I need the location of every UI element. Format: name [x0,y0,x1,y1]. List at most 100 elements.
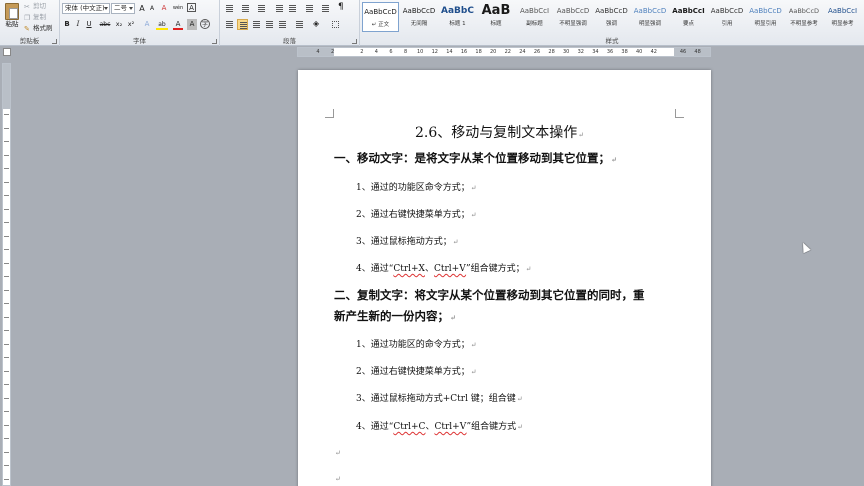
clear-format-button[interactable]: A [159,3,169,14]
move-item-3-text: 3、通过鼠标拖动方式； [356,237,452,247]
line-spacing-button[interactable] [294,19,305,30]
vruler-tick [4,357,9,358]
grow-font-button[interactable]: A [137,3,147,14]
font-size-value: 二号 [114,4,127,12]
chevron-down-icon [104,7,108,10]
chevron-down-icon [129,7,133,10]
document-page[interactable]: 2.6、移动与复制文本操作↵ 一、移动文字：是将文字从某个位置移动到其它位置；↵… [298,70,711,486]
bold-button[interactable]: B [62,19,72,30]
bullets-button[interactable] [224,3,235,14]
char-border-button[interactable]: A [187,3,196,12]
paste-button[interactable]: 粘贴 [2,2,22,34]
copy-item-3: 3、通过鼠标拖动方式+Ctrl 键；组合键↵ [356,391,523,404]
chinese-layout-button[interactable] [304,3,315,14]
font-launcher[interactable] [212,39,217,44]
italic-button[interactable]: I [73,19,83,30]
underline-button[interactable]: U [84,19,94,30]
style-item[interactable]: AaBbCcD 不明显强调 [555,2,592,32]
vruler-tick [4,127,9,129]
ruler-tick: 36 [606,49,614,55]
style-sample: AaBbCcD [556,7,590,15]
multilevel-list-button[interactable] [256,3,267,14]
align-center-button[interactable] [237,19,248,30]
subscript-button[interactable]: x₂ [114,19,124,30]
style-item[interactable]: AaBbCcI 明显参考 [824,2,861,32]
style-item[interactable]: AaB 标题 [478,2,515,32]
style-item[interactable]: AaBbCcD ↵ 正文 [362,2,399,32]
font-group: 宋体 (中文正) 二号 A A A wén A B I U abc x₂ x² … [60,0,220,46]
style-item[interactable]: AaBbCcI 要点 [670,2,707,32]
style-name: ↵ 正文 [371,22,390,28]
vruler-tick [4,330,9,331]
vruler-tick [4,141,9,142]
pinyin-button[interactable]: wén [171,3,185,14]
clipboard-launcher[interactable] [52,39,57,44]
increase-indent-button[interactable] [287,3,298,14]
show-marks-button[interactable]: ¶ [336,2,347,14]
char-shading-button[interactable]: A [187,19,197,30]
style-item[interactable]: AaBbCcD 明显引用 [747,2,784,32]
borders-button[interactable] [330,19,341,30]
paragraph-mark: ↵ [578,131,585,139]
style-item[interactable]: AaBbCcD 无间隔 [401,2,438,32]
empty-paragraph: ↵ [334,448,341,458]
paragraph-mark: ↵ [517,423,524,431]
style-sample: AaBbCcD [364,8,397,16]
vruler-tick [4,154,9,156]
align-center-icon [240,22,247,29]
scissors-icon: ✂ [24,3,30,11]
paragraph-mark: ↵ [470,211,477,219]
font-color-button[interactable]: A [173,19,183,30]
vruler-tick [4,276,9,277]
brush-icon: ✎ [24,25,30,33]
strikethrough-button[interactable]: abc [98,19,112,30]
align-left-button[interactable] [224,19,235,30]
tab-selector[interactable] [3,48,11,56]
ruler-tick: 12 [431,49,438,55]
style-sample: AaBbCcI [519,7,550,15]
distribute-button[interactable] [277,19,288,30]
style-item[interactable]: AaBbC 标题 1 [439,2,476,32]
paragraph-launcher[interactable] [352,39,357,44]
document-title-text: 2.6、移动与复制文本操作 [415,125,578,141]
vruler-tick [4,397,9,399]
style-item[interactable]: AaBbCcD 明显强调 [632,2,669,32]
style-item[interactable]: AaBbCcI 副标题 [516,2,553,32]
style-name: 明显参考 [831,21,854,27]
font-size-combo[interactable]: 二号 [111,3,135,14]
highlight-button[interactable]: ab [156,19,168,30]
format-painter-button[interactable]: ✎ 格式刷 [24,23,53,33]
ruler-tick: 20 [490,49,497,55]
style-item[interactable]: AaBbCcD 不明显参考 [786,2,823,32]
vruler-tick [4,114,9,115]
pilcrow-icon: ¶ [338,2,344,12]
vruler-tick [4,289,9,291]
horizontal-ruler[interactable]: 4 2 2 4 6 8 10 12 14 16 18 20 22 24 26 28 30 32 34 36 38 40 42… [297,47,711,57]
paragraph-mark: ↵ [470,341,477,349]
justify-button[interactable] [264,19,275,30]
vruler-tick [4,343,9,345]
paragraph-mark: ↵ [335,449,341,457]
decrease-indent-button[interactable] [274,3,285,14]
style-item[interactable]: AaBbCcD 引用 [709,2,746,32]
font-name-combo[interactable]: 宋体 (中文正) [62,3,110,14]
copy-item-1-text: 1、通过功能区的命令方式； [356,340,470,350]
enclose-char-button[interactable]: 字 [200,19,210,29]
style-sample: AaBbCcI [672,7,705,15]
shortcut-ctrl-x: Ctrl+X [393,264,425,274]
style-name: 明显强调 [638,21,661,27]
superscript-button[interactable]: x² [126,19,136,30]
vertical-ruler[interactable] [2,63,11,486]
paragraph-mark: ↵ [470,368,477,376]
heading-move-text: 一、移动文字：是将文字从某个位置移动到其它位置； [334,151,610,165]
style-item[interactable]: AaBbCcD 强调 [593,2,630,32]
numbering-button[interactable] [240,3,251,14]
copy-button[interactable]: ❐ 复制 [24,12,46,22]
copy-item-1: 1、通过功能区的命令方式；↵ [356,337,477,350]
text-effects-button[interactable]: A [142,19,152,30]
shading-button[interactable]: ◈ [312,19,323,30]
shrink-font-button[interactable]: A [147,3,157,14]
align-right-button[interactable] [251,19,262,30]
cut-button[interactable]: ✂ 剪切 [24,1,46,11]
sort-button[interactable] [320,3,331,14]
